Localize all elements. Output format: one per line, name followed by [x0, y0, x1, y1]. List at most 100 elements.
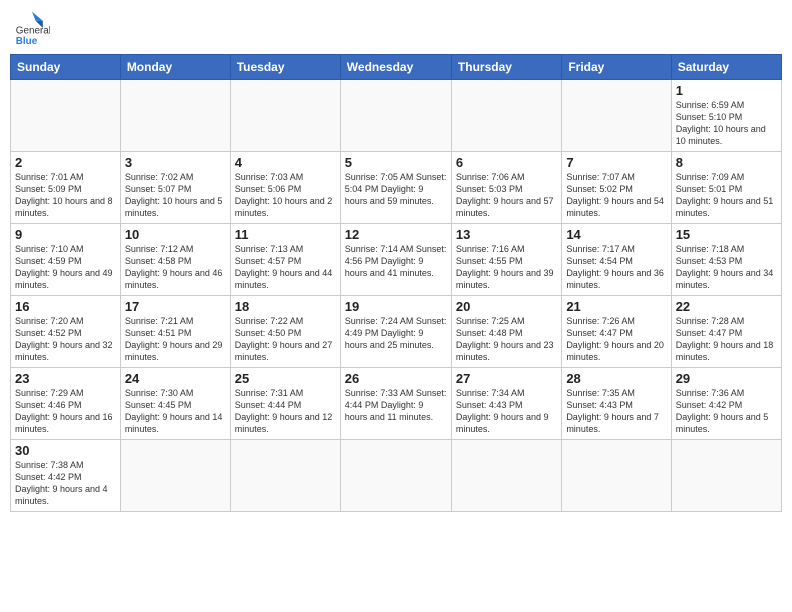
day-number: 27 [456, 371, 557, 386]
page: GeneralBlue SundayMondayTuesdayWednesday… [0, 0, 792, 612]
day-info: Sunrise: 6:59 AM Sunset: 5:10 PM Dayligh… [676, 99, 777, 148]
day-info: Sunrise: 7:29 AM Sunset: 4:46 PM Dayligh… [15, 387, 116, 436]
calendar-cell: 30Sunrise: 7:38 AM Sunset: 4:42 PM Dayli… [11, 440, 121, 512]
calendar-cell: 5Sunrise: 7:05 AM Sunset: 5:04 PM Daylig… [340, 152, 451, 224]
day-info: Sunrise: 7:01 AM Sunset: 5:09 PM Dayligh… [15, 171, 116, 220]
calendar-week-2: 9Sunrise: 7:10 AM Sunset: 4:59 PM Daylig… [11, 224, 782, 296]
day-info: Sunrise: 7:17 AM Sunset: 4:54 PM Dayligh… [566, 243, 666, 292]
calendar-cell [120, 440, 230, 512]
day-number: 13 [456, 227, 557, 242]
day-number: 8 [676, 155, 777, 170]
calendar-cell [11, 80, 121, 152]
day-info: Sunrise: 7:21 AM Sunset: 4:51 PM Dayligh… [125, 315, 226, 364]
day-number: 26 [345, 371, 447, 386]
svg-text:General: General [16, 25, 50, 36]
day-number: 16 [15, 299, 116, 314]
calendar-cell [671, 440, 781, 512]
calendar-cell: 4Sunrise: 7:03 AM Sunset: 5:06 PM Daylig… [230, 152, 340, 224]
weekday-header-monday: Monday [120, 55, 230, 80]
day-info: Sunrise: 7:24 AM Sunset: 4:49 PM Dayligh… [345, 315, 447, 351]
day-number: 25 [235, 371, 336, 386]
day-number: 17 [125, 299, 226, 314]
day-info: Sunrise: 7:20 AM Sunset: 4:52 PM Dayligh… [15, 315, 116, 364]
calendar-cell [230, 80, 340, 152]
generalblue-icon: GeneralBlue [14, 10, 50, 46]
weekday-header-friday: Friday [562, 55, 671, 80]
calendar-cell: 9Sunrise: 7:10 AM Sunset: 4:59 PM Daylig… [11, 224, 121, 296]
day-number: 28 [566, 371, 666, 386]
day-info: Sunrise: 7:16 AM Sunset: 4:55 PM Dayligh… [456, 243, 557, 292]
day-number: 1 [676, 83, 777, 98]
calendar-cell [120, 80, 230, 152]
day-number: 29 [676, 371, 777, 386]
calendar-cell: 25Sunrise: 7:31 AM Sunset: 4:44 PM Dayli… [230, 368, 340, 440]
weekday-header-wednesday: Wednesday [340, 55, 451, 80]
day-number: 3 [125, 155, 226, 170]
calendar-cell [340, 440, 451, 512]
calendar-cell: 23Sunrise: 7:29 AM Sunset: 4:46 PM Dayli… [11, 368, 121, 440]
calendar-week-5: 30Sunrise: 7:38 AM Sunset: 4:42 PM Dayli… [11, 440, 782, 512]
calendar-cell: 19Sunrise: 7:24 AM Sunset: 4:49 PM Dayli… [340, 296, 451, 368]
calendar-cell [340, 80, 451, 152]
calendar-table: SundayMondayTuesdayWednesdayThursdayFrid… [10, 54, 782, 512]
calendar-cell: 8Sunrise: 7:09 AM Sunset: 5:01 PM Daylig… [671, 152, 781, 224]
day-number: 19 [345, 299, 447, 314]
calendar-cell [562, 80, 671, 152]
day-info: Sunrise: 7:25 AM Sunset: 4:48 PM Dayligh… [456, 315, 557, 364]
calendar-cell: 22Sunrise: 7:28 AM Sunset: 4:47 PM Dayli… [671, 296, 781, 368]
day-info: Sunrise: 7:10 AM Sunset: 4:59 PM Dayligh… [15, 243, 116, 292]
day-info: Sunrise: 7:35 AM Sunset: 4:43 PM Dayligh… [566, 387, 666, 436]
calendar-cell: 17Sunrise: 7:21 AM Sunset: 4:51 PM Dayli… [120, 296, 230, 368]
day-info: Sunrise: 7:09 AM Sunset: 5:01 PM Dayligh… [676, 171, 777, 220]
calendar-cell: 3Sunrise: 7:02 AM Sunset: 5:07 PM Daylig… [120, 152, 230, 224]
day-info: Sunrise: 7:26 AM Sunset: 4:47 PM Dayligh… [566, 315, 666, 364]
day-info: Sunrise: 7:02 AM Sunset: 5:07 PM Dayligh… [125, 171, 226, 220]
day-info: Sunrise: 7:13 AM Sunset: 4:57 PM Dayligh… [235, 243, 336, 292]
day-number: 30 [15, 443, 116, 458]
day-number: 7 [566, 155, 666, 170]
day-info: Sunrise: 7:07 AM Sunset: 5:02 PM Dayligh… [566, 171, 666, 220]
calendar-cell: 26Sunrise: 7:33 AM Sunset: 4:44 PM Dayli… [340, 368, 451, 440]
day-number: 9 [15, 227, 116, 242]
weekday-header-saturday: Saturday [671, 55, 781, 80]
calendar-cell: 7Sunrise: 7:07 AM Sunset: 5:02 PM Daylig… [562, 152, 671, 224]
day-info: Sunrise: 7:38 AM Sunset: 4:42 PM Dayligh… [15, 459, 116, 508]
svg-text:Blue: Blue [16, 36, 38, 46]
day-info: Sunrise: 7:06 AM Sunset: 5:03 PM Dayligh… [456, 171, 557, 220]
calendar-cell: 24Sunrise: 7:30 AM Sunset: 4:45 PM Dayli… [120, 368, 230, 440]
day-number: 23 [15, 371, 116, 386]
day-number: 5 [345, 155, 447, 170]
day-number: 12 [345, 227, 447, 242]
calendar-cell: 6Sunrise: 7:06 AM Sunset: 5:03 PM Daylig… [451, 152, 561, 224]
calendar-cell [562, 440, 671, 512]
calendar-cell: 13Sunrise: 7:16 AM Sunset: 4:55 PM Dayli… [451, 224, 561, 296]
day-number: 18 [235, 299, 336, 314]
calendar-cell: 1Sunrise: 6:59 AM Sunset: 5:10 PM Daylig… [671, 80, 781, 152]
day-info: Sunrise: 7:33 AM Sunset: 4:44 PM Dayligh… [345, 387, 447, 423]
calendar-week-0: 1Sunrise: 6:59 AM Sunset: 5:10 PM Daylig… [11, 80, 782, 152]
day-number: 15 [676, 227, 777, 242]
calendar-cell [451, 440, 561, 512]
day-number: 20 [456, 299, 557, 314]
day-number: 4 [235, 155, 336, 170]
calendar-cell: 27Sunrise: 7:34 AM Sunset: 4:43 PM Dayli… [451, 368, 561, 440]
day-info: Sunrise: 7:18 AM Sunset: 4:53 PM Dayligh… [676, 243, 777, 292]
calendar-cell: 10Sunrise: 7:12 AM Sunset: 4:58 PM Dayli… [120, 224, 230, 296]
weekday-header-sunday: Sunday [11, 55, 121, 80]
day-number: 11 [235, 227, 336, 242]
calendar-cell: 21Sunrise: 7:26 AM Sunset: 4:47 PM Dayli… [562, 296, 671, 368]
day-number: 6 [456, 155, 557, 170]
day-info: Sunrise: 7:30 AM Sunset: 4:45 PM Dayligh… [125, 387, 226, 436]
day-info: Sunrise: 7:03 AM Sunset: 5:06 PM Dayligh… [235, 171, 336, 220]
day-info: Sunrise: 7:12 AM Sunset: 4:58 PM Dayligh… [125, 243, 226, 292]
calendar-cell: 20Sunrise: 7:25 AM Sunset: 4:48 PM Dayli… [451, 296, 561, 368]
calendar-cell [230, 440, 340, 512]
weekday-header-row: SundayMondayTuesdayWednesdayThursdayFrid… [11, 55, 782, 80]
calendar-week-4: 23Sunrise: 7:29 AM Sunset: 4:46 PM Dayli… [11, 368, 782, 440]
calendar-cell: 11Sunrise: 7:13 AM Sunset: 4:57 PM Dayli… [230, 224, 340, 296]
day-number: 21 [566, 299, 666, 314]
weekday-header-tuesday: Tuesday [230, 55, 340, 80]
calendar-cell: 14Sunrise: 7:17 AM Sunset: 4:54 PM Dayli… [562, 224, 671, 296]
calendar-cell: 28Sunrise: 7:35 AM Sunset: 4:43 PM Dayli… [562, 368, 671, 440]
day-number: 14 [566, 227, 666, 242]
